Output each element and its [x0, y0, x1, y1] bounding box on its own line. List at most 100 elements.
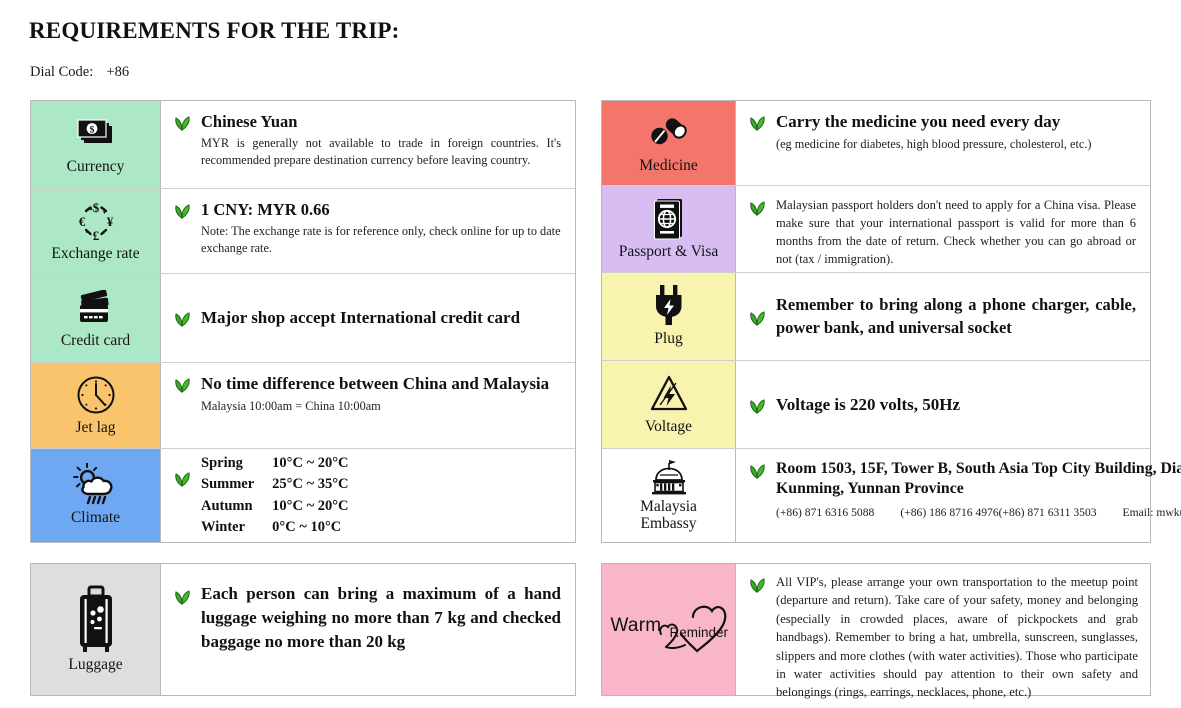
icon-cell-jet-lag: Jet lag [31, 363, 161, 448]
right-requirements-card: Medicine Carry the medicine you need eve… [601, 100, 1181, 543]
warm-reminder-heart-icon: Warm Reminder [609, 597, 729, 661]
icon-cell-medicine: Medicine [602, 101, 736, 185]
row-medicine: Medicine Carry the medicine you need eve… [602, 101, 1150, 186]
warm-reminder-card: Warm Reminder All VIP's, please arrange … [601, 563, 1151, 699]
sun-cloud-rain-icon [70, 463, 122, 507]
content-passport-visa: Malaysian passport holders don't need to… [736, 186, 1150, 272]
requirements-page: REQUIREMENTS FOR THE TRIP: Dial Code: +8… [0, 0, 1181, 708]
embassy-phone-2: (+86) 186 8716 4976 [900, 506, 999, 520]
embassy-phone-3: (+86) 871 6311 3503 [998, 506, 1097, 520]
warm-reminder-word-warm: Warm [610, 615, 662, 636]
icon-label-credit-card: Credit card [60, 331, 131, 349]
row-warm-reminder: Warm Reminder All VIP's, please arrange … [602, 564, 1150, 699]
heading-plug: Remember to bring along a phone charger,… [776, 295, 1136, 337]
climate-row: Autumn 10°C ~ 20°C [201, 496, 349, 517]
svg-text:£: £ [92, 228, 99, 243]
sprout-icon [169, 469, 195, 487]
icon-cell-passport-visa: Passport & Visa [602, 186, 736, 272]
left-requirements-card: $ Currency Chinese Yuan MYR is generally… [30, 100, 576, 543]
content-jet-lag: No time difference between China and Mal… [161, 363, 575, 448]
svg-text:$: $ [89, 125, 94, 136]
svg-text:€: € [78, 214, 85, 229]
icon-cell-exchange-rate: $ € ¥ £ Exchange rate [31, 189, 161, 273]
sub-currency: MYR is generally not available to trade … [201, 136, 561, 168]
banknotes-icon: $ [73, 112, 119, 156]
row-jet-lag: Jet lag No time difference between China… [31, 363, 575, 449]
clock-icon [74, 373, 118, 417]
icon-label-luggage: Luggage [68, 656, 123, 674]
content-currency: Chinese Yuan MYR is generally not availa… [161, 101, 575, 188]
icon-label-jet-lag: Jet lag [75, 419, 116, 437]
icon-cell-climate: Climate [31, 449, 161, 542]
sprout-icon [744, 461, 770, 479]
content-luggage: Each person can bring a maximum of a han… [161, 564, 575, 695]
sprout-icon [169, 587, 195, 605]
climate-temp: 10°C ~ 20°C [272, 455, 349, 472]
credit-cards-icon [72, 286, 120, 330]
suitcase-icon [70, 584, 122, 654]
climate-season: Autumn [201, 497, 253, 514]
pills-icon [645, 111, 693, 155]
embassy-email: Email: mwkunming@kln.gov.my [1122, 506, 1181, 520]
climate-temp: 10°C ~ 20°C [272, 497, 349, 514]
power-plug-icon [648, 284, 690, 328]
climate-temp: 25°C ~ 35°C [272, 476, 349, 493]
climate-season: Winter [201, 518, 246, 535]
icon-label-voltage: Voltage [644, 418, 693, 436]
icon-cell-plug: Plug [602, 273, 736, 360]
content-credit-card: Major shop accept International credit c… [161, 274, 575, 362]
sub-jet-lag: Malaysia 10:00am = China 10:00am [201, 398, 381, 413]
heading-medicine: Carry the medicine you need every day [776, 112, 1061, 131]
icon-cell-currency: $ Currency [31, 101, 161, 188]
sprout-icon [169, 375, 195, 393]
text-luggage: Each person can bring a maximum of a han… [201, 584, 561, 652]
sprout-icon [744, 396, 770, 414]
dial-code-label: Dial Code: [30, 64, 94, 80]
icon-cell-credit-card: Credit card [31, 274, 161, 362]
embassy-building-icon [646, 458, 692, 496]
icon-label-plug: Plug [654, 330, 683, 348]
sprout-icon [744, 308, 770, 326]
dial-code: Dial Code: +86 [30, 64, 129, 81]
heading-credit-card: Major shop accept International credit c… [201, 308, 521, 328]
content-exchange-rate: 1 CNY: MYR 0.66 Note: The exchange rate … [161, 189, 575, 273]
icon-label-medicine: Medicine [639, 156, 698, 174]
embassy-contacts: (+86) 871 6316 5088 (+86) 186 8716 4976 … [776, 504, 1181, 521]
warm-reminder-word-reminder: Reminder [669, 625, 729, 640]
row-climate: Climate Spring 10°C ~ 20°C Summer 25°C ~… [31, 449, 575, 542]
heading-currency: Chinese Yuan [201, 112, 298, 131]
luggage-card: Luggage Each person can bring a maximum … [30, 563, 576, 696]
sprout-icon [744, 575, 770, 593]
content-climate: Spring 10°C ~ 20°C Summer 25°C ~ 35°C Au… [161, 449, 575, 542]
icon-cell-luggage: Luggage [31, 564, 161, 695]
climate-row: Summer 25°C ~ 35°C [201, 474, 349, 495]
heading-exchange-rate: 1 CNY: MYR 0.66 [201, 200, 330, 219]
embassy-phone-1: (+86) 871 6316 5088 [776, 506, 875, 520]
row-exchange-rate: $ € ¥ £ Exchange rate 1 CNY: MYR 0.66 No… [31, 189, 575, 274]
climate-table: Spring 10°C ~ 20°C Summer 25°C ~ 35°C Au… [201, 453, 349, 537]
sprout-icon [169, 113, 195, 131]
high-voltage-icon [646, 372, 692, 416]
icon-cell-voltage: Voltage [602, 361, 736, 448]
icon-cell-warm-reminder: Warm Reminder [602, 564, 736, 695]
text-passport-visa: Malaysian passport holders don't need to… [776, 198, 1136, 267]
sprout-icon [744, 198, 770, 216]
heading-jet-lag: No time difference between China and Mal… [201, 374, 550, 393]
climate-row: Winter 0°C ~ 10°C [201, 517, 349, 538]
svg-text:$: $ [92, 200, 99, 215]
row-credit-card: Credit card Major shop accept Internatio… [31, 274, 575, 363]
row-luggage: Luggage Each person can bring a maximum … [31, 564, 575, 695]
row-plug: Plug Remember to bring along a phone cha… [602, 273, 1150, 361]
icon-label-exchange-rate: Exchange rate [51, 244, 140, 262]
content-malaysia-embassy: Room 1503, 15F, Tower B, South Asia Top … [736, 449, 1181, 542]
icon-label-currency: Currency [66, 158, 125, 176]
icon-label-climate: Climate [70, 509, 121, 527]
climate-season: Summer [201, 476, 255, 493]
content-warm-reminder: All VIP's, please arrange your own trans… [736, 564, 1150, 699]
content-voltage: Voltage is 220 volts, 50Hz [736, 361, 1150, 448]
row-malaysia-embassy: Malaysia Embassy Room 1503, 15F, Tower B… [602, 449, 1181, 542]
content-medicine: Carry the medicine you need every day (e… [736, 101, 1150, 185]
passport-icon [649, 197, 689, 241]
icon-label-malaysia-embassy-line1: Malaysia [640, 497, 697, 515]
icon-cell-malaysia-embassy: Malaysia Embassy [602, 449, 736, 542]
